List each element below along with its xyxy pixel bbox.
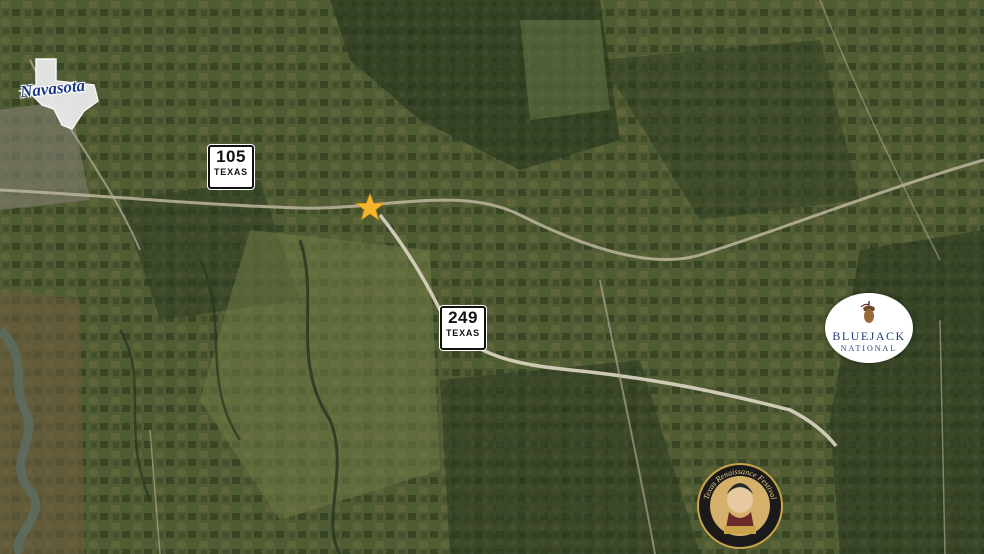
renaissance-festival-seal: Texas Renaissance Festival — [697, 463, 783, 549]
highway-number: 105 — [216, 147, 246, 166]
star-icon[interactable] — [355, 193, 385, 221]
bluejack-subtitle: NATIONAL — [840, 344, 898, 353]
highway-state: TEXAS — [213, 167, 248, 177]
highway-number: 249 — [448, 308, 478, 327]
texas-249-shield: 249 TEXAS — [440, 306, 486, 350]
bluejack-national-logo: BLUEJACK NATIONAL — [825, 293, 913, 363]
highway-state: TEXAS — [445, 328, 480, 338]
texas-105-shield: 105 TEXAS — [208, 145, 254, 189]
satellite-map[interactable]: Navasota 105 TEXAS 249 TEXAS BLUEJACK NA… — [0, 0, 984, 554]
acorn-icon — [860, 301, 875, 323]
bluejack-name: BLUEJACK — [832, 329, 906, 343]
satellite-terrain — [0, 0, 984, 554]
